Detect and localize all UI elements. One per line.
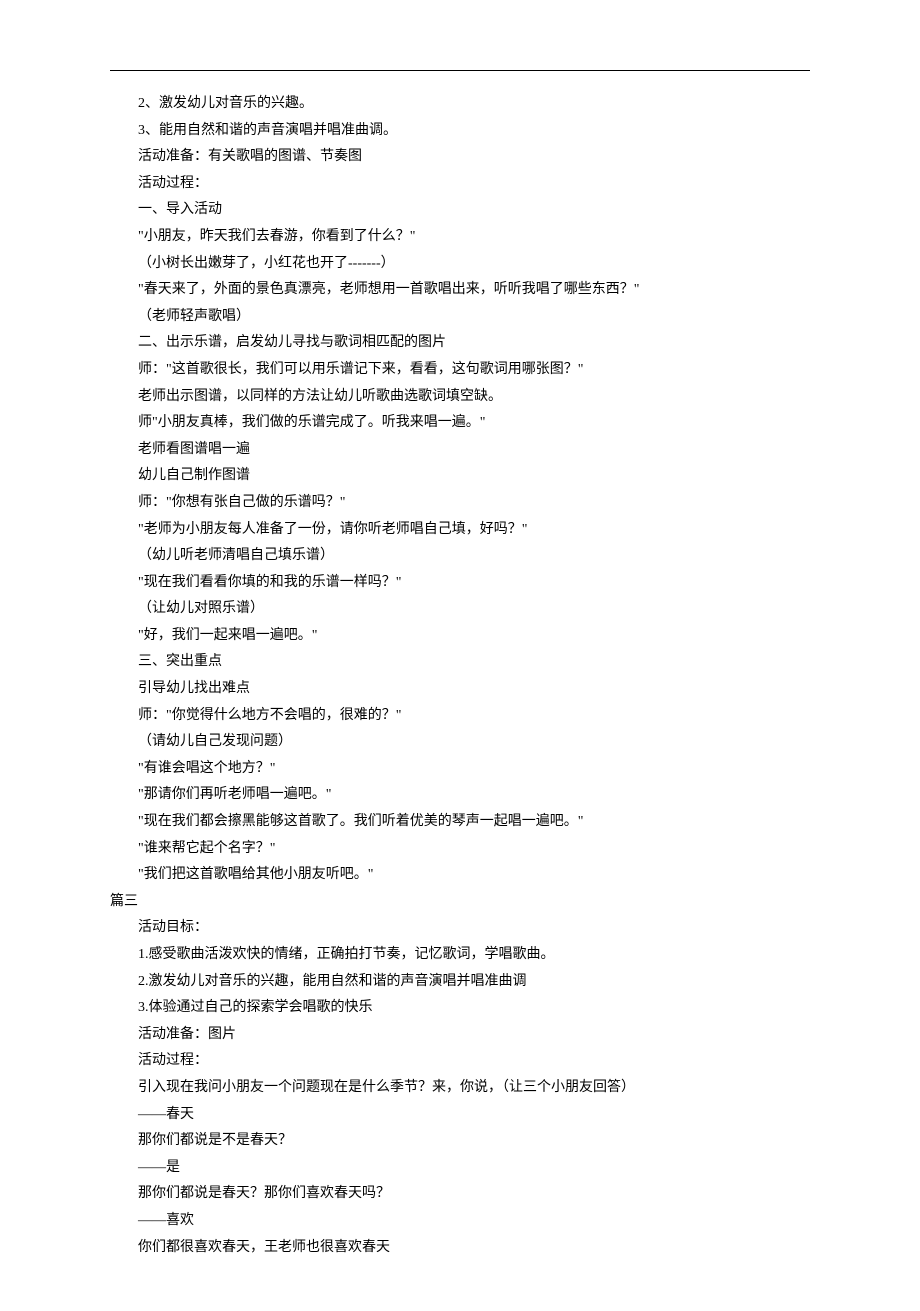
text-line: 3.体验通过自己的探索学会唱歌的快乐 [110,995,810,1022]
text-line: （请幼儿自己发现问题） [110,729,810,756]
text-line: 活动过程： [110,171,810,198]
text-line: ——喜欢 [110,1208,810,1235]
text-line: 那你们都说是不是春天？ [110,1128,810,1155]
document-body: 2、激发幼儿对音乐的兴趣。3、能用自然和谐的声音演唱并唱准曲调。活动准备：有关歌… [110,91,810,1261]
top-rule [110,70,810,71]
text-line: 师："你觉得什么地方不会唱的，很难的？" [110,703,810,730]
text-line: 引导幼儿找出难点 [110,676,810,703]
text-line: 那你们都说是春天？那你们喜欢春天吗？ [110,1181,810,1208]
text-line: 老师看图谱唱一遍 [110,437,810,464]
text-line: 活动过程： [110,1048,810,1075]
text-line: 篇三 [110,889,810,916]
text-line: ——是 [110,1155,810,1182]
text-line: "现在我们看看你填的和我的乐谱一样吗？" [110,570,810,597]
text-line: （让幼儿对照乐谱） [110,596,810,623]
text-line: ——春天 [110,1102,810,1129]
text-line: "我们把这首歌唱给其他小朋友听吧。" [110,862,810,889]
text-line: （老师轻声歌唱） [110,304,810,331]
text-line: 师"小朋友真棒，我们做的乐谱完成了。听我来唱一遍。" [110,410,810,437]
text-line: "谁来帮它起个名字？" [110,836,810,863]
text-line: 师："你想有张自己做的乐谱吗？" [110,490,810,517]
text-line: 二、出示乐谱，启发幼儿寻找与歌词相匹配的图片 [110,330,810,357]
text-line: "老师为小朋友每人准备了一份，请你听老师唱自己填，好吗？" [110,517,810,544]
text-line: "好，我们一起来唱一遍吧。" [110,623,810,650]
text-line: 2、激发幼儿对音乐的兴趣。 [110,91,810,118]
text-line: （幼儿听老师清唱自己填乐谱） [110,543,810,570]
text-line: （小树长出嫩芽了，小红花也开了-------） [110,251,810,278]
text-line: 活动准备：图片 [110,1022,810,1049]
text-line: 三、突出重点 [110,649,810,676]
document-page: 2、激发幼儿对音乐的兴趣。3、能用自然和谐的声音演唱并唱准曲调。活动准备：有关歌… [0,0,920,1311]
text-line: 2.激发幼儿对音乐的兴趣，能用自然和谐的声音演唱并唱准曲调 [110,969,810,996]
text-line: "现在我们都会擦黑能够这首歌了。我们听着优美的琴声一起唱一遍吧。" [110,809,810,836]
text-line: 引入现在我问小朋友一个问题现在是什么季节？来，你说，（让三个小朋友回答） [110,1075,810,1102]
text-line: "那请你们再听老师唱一遍吧。" [110,782,810,809]
text-line: 活动目标： [110,915,810,942]
text-line: 师："这首歌很长，我们可以用乐谱记下来，看看，这句歌词用哪张图？" [110,357,810,384]
text-line: 老师出示图谱，以同样的方法让幼儿听歌曲选歌词填空缺。 [110,384,810,411]
text-line: 你们都很喜欢春天，王老师也很喜欢春天 [110,1235,810,1262]
text-line: "春天来了，外面的景色真漂亮，老师想用一首歌唱出来，听听我唱了哪些东西？" [110,277,810,304]
text-line: "小朋友，昨天我们去春游，你看到了什么？" [110,224,810,251]
text-line: 活动准备：有关歌唱的图谱、节奏图 [110,144,810,171]
text-line: 一、导入活动 [110,197,810,224]
text-line: 1.感受歌曲活泼欢快的情绪，正确拍打节奏，记忆歌词，学唱歌曲。 [110,942,810,969]
text-line: 3、能用自然和谐的声音演唱并唱准曲调。 [110,118,810,145]
text-line: "有谁会唱这个地方？" [110,756,810,783]
text-line: 幼儿自己制作图谱 [110,463,810,490]
